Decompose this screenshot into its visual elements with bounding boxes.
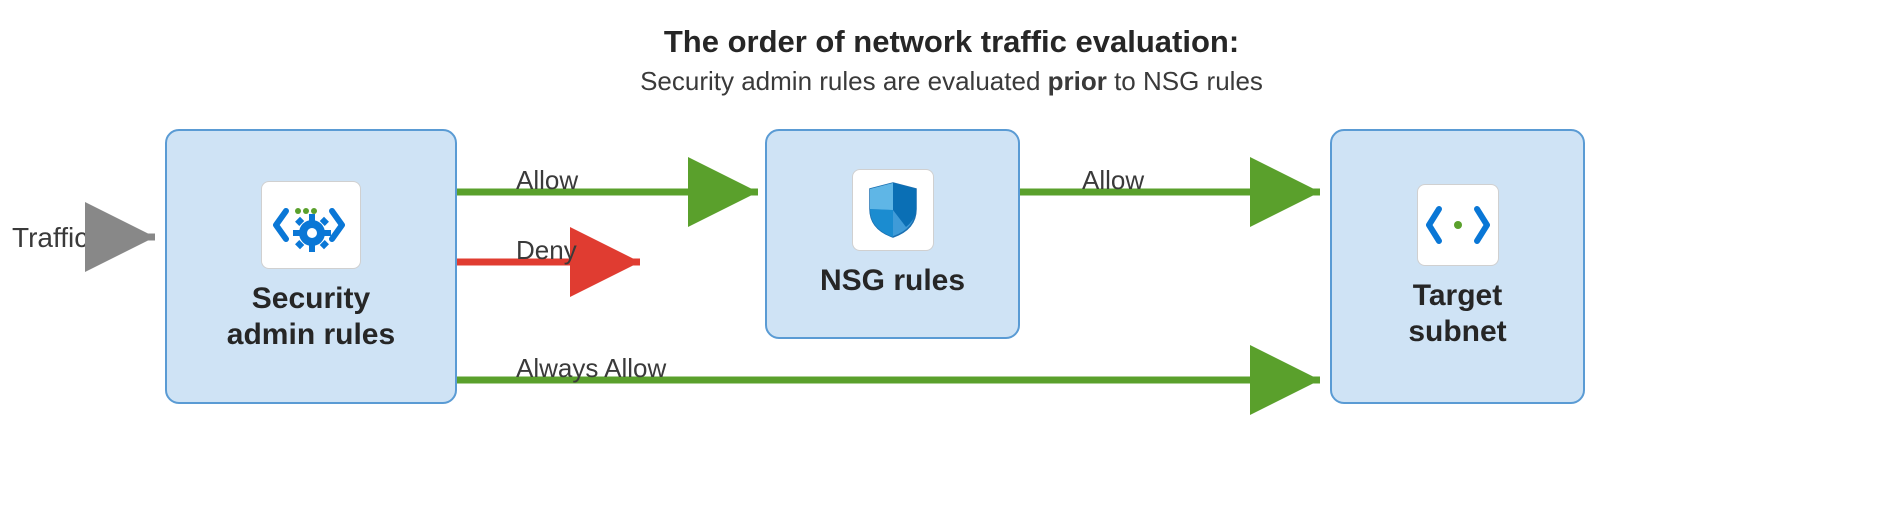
diagram-canvas: Traffic [0, 117, 1903, 497]
diagram-subtitle: Security admin rules are evaluated prior… [0, 66, 1903, 97]
security-admin-label: Security admin rules [227, 281, 395, 353]
label-allow-1: Allow [516, 165, 578, 196]
network-gear-icon [272, 191, 350, 259]
subnet-icon [1425, 197, 1491, 253]
node-target-subnet: Target subnet [1330, 129, 1585, 404]
subtitle-text-after: to NSG rules [1107, 66, 1263, 96]
node-nsg-rules: NSG rules [765, 129, 1020, 339]
nsg-label: NSG rules [820, 263, 965, 299]
label-deny: Deny [516, 235, 577, 266]
diagram-title: The order of network traffic evaluation: [0, 24, 1903, 60]
label-always-allow: Always Allow [516, 353, 666, 384]
traffic-label: Traffic [12, 222, 88, 254]
security-admin-icon-card [261, 181, 361, 269]
target-label: Target subnet [1408, 278, 1506, 350]
nsg-icon-card [852, 169, 934, 251]
node-security-admin-rules: Security admin rules [165, 129, 457, 404]
diagram-header: The order of network traffic evaluation:… [0, 0, 1903, 97]
label-allow-2: Allow [1082, 165, 1144, 196]
shield-icon [864, 179, 922, 241]
subtitle-text-before: Security admin rules are evaluated [640, 66, 1048, 96]
target-icon-card [1417, 184, 1499, 266]
subtitle-bold: prior [1048, 66, 1107, 96]
